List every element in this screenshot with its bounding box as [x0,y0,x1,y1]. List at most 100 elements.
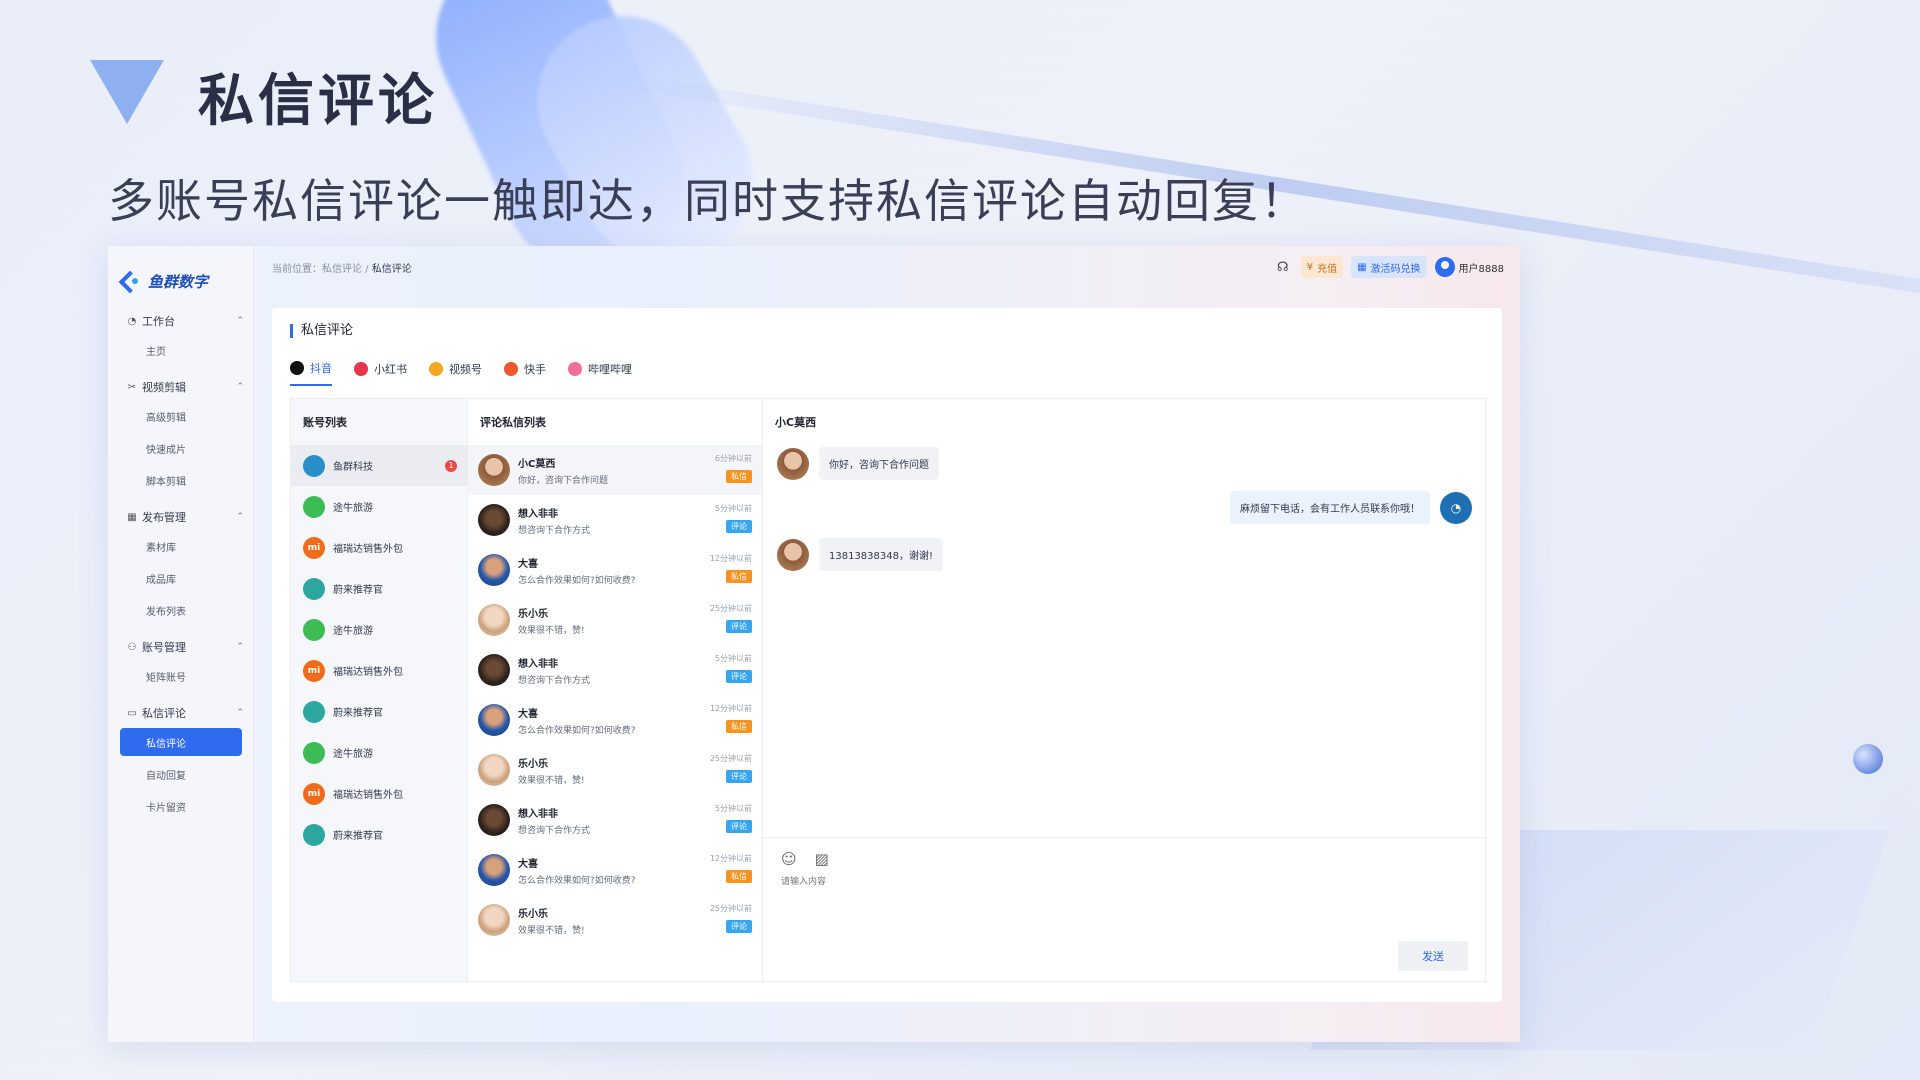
recharge-button[interactable]: ¥ 充值 [1300,256,1344,278]
sidebar-item-advanced-edit[interactable]: 高级剪辑 [108,400,254,432]
avatar [303,741,325,764]
account-item[interactable]: 途牛旅游 [291,486,467,527]
list-item[interactable]: 想入非非 想咨询下合作方式 5分钟以前 评论 [468,495,762,545]
platform-icon [290,361,304,375]
message-meta: 25分钟以前 评论 [710,903,752,933]
avatar [303,700,325,723]
sidebar-item-quick-video[interactable]: 快速成片 [108,432,254,464]
message-time: 25分钟以前 [709,904,752,913]
account-name: 福瑞达销售外包 [333,667,403,678]
avatar [478,804,510,836]
account-item[interactable]: mi 福瑞达销售外包 [291,527,467,568]
account-name: 途牛旅游 [333,626,373,637]
sidebar-item-matrix-accounts[interactable]: 矩阵账号 [108,660,254,692]
avatar [303,495,325,518]
tab-platform[interactable]: 视频号 [429,360,482,386]
nav-head-workbench[interactable]: ◔ 工作台 ⌃ [108,308,254,334]
account-name: 途牛旅游 [333,503,373,514]
account-item[interactable]: mi 福瑞达销售外包 [291,650,467,691]
recharge-label: 充值 [1317,263,1338,275]
list-item[interactable]: 乐小乐 效果很不错，赞! 25分钟以前 评论 [468,895,762,945]
app-window: 鱼群数字 ◔ 工作台 ⌃ 主页 ✂ 视频剪辑 ⌃ 高级剪辑 快速成片 脚本剪辑 … [108,246,1520,1042]
nav-group-dm: ▭ 私信评论 ⌃ 私信评论 自动回复 卡片留资 [108,700,254,822]
list-item[interactable]: 小C莫西 你好，咨询下合作问题 6分钟以前 私信 [468,445,762,495]
avatar [303,823,325,846]
avatar [303,577,325,600]
headset-icon[interactable]: ☊ [1273,257,1293,277]
chat-message-outgoing: 麻烦留下电话，会有工作人员联系你哦！ ◔ [1230,491,1472,524]
avatar [478,854,510,886]
nav-head-account[interactable]: ⚇ 账号管理 ⌃ [108,634,254,660]
page-subtitle: 多账号私信评论一触即达，同时支持私信评论自动回复！ [108,174,1308,228]
nav-head-publish[interactable]: ▦ 发布管理 ⌃ [108,504,254,530]
topbar: 当前位置：私信评论 / 私信评论 ☊ ¥ 充值 ▦ 激活码兑换 用户8888 [254,246,1520,290]
account-item[interactable]: 途牛旅游 [291,609,467,650]
message-input[interactable] [781,876,1281,886]
user-menu[interactable]: 用户8888 [1434,257,1504,277]
account-item[interactable]: 鱼群科技 1 [291,445,467,486]
tab-platform[interactable]: 哔哩哔哩 [568,360,632,386]
sidebar-item-card-leads[interactable]: 卡片留资 [108,790,254,822]
image-icon[interactable]: ▨ [815,850,829,868]
nav-head-video-edit[interactable]: ✂ 视频剪辑 ⌃ [108,374,254,400]
avatar: mi [303,659,325,682]
avatar [478,554,510,586]
scissors-icon: ✂ [127,381,137,393]
breadcrumb-prefix: 当前位置： [272,264,322,275]
redeem-code-button[interactable]: ▦ 激活码兑换 [1351,256,1427,278]
platform-tabs: 抖音 小红书 视频号 快手 哔哩哔哩 [290,360,632,386]
message-meta: 25分钟以前 评论 [710,753,752,783]
list-item[interactable]: 大喜 怎么合作效果如何?如何收费? 12分钟以前 私信 [468,695,762,745]
message-meta: 6分钟以前 私信 [715,453,752,483]
logo[interactable]: 鱼群数字 [120,270,208,292]
users-icon: ⚇ [127,641,137,653]
nav-head-label: 视频剪辑 [142,381,186,394]
list-item[interactable]: 大喜 怎么合作效果如何?如何收费? 12分钟以前 私信 [468,545,762,595]
account-item[interactable]: 蔚来推荐官 [291,814,467,855]
list-item[interactable]: 想入非非 想咨询下合作方式 5分钟以前 评论 [468,795,762,845]
list-item[interactable]: 乐小乐 效果很不错，赞! 25分钟以前 评论 [468,595,762,645]
sidebar-item-script-edit[interactable]: 脚本剪辑 [108,464,254,496]
message-time: 5分钟以前 [714,504,752,513]
message-time: 25分钟以前 [709,754,752,763]
compose-area: ☺ ▨ 发送 [763,837,1486,983]
sidebar-item-auto-reply[interactable]: 自动回复 [108,758,254,790]
compose-toolbar: ☺ ▨ [781,850,829,868]
account-item[interactable]: mi 福瑞达销售外包 [291,773,467,814]
avatar [303,454,325,477]
sidebar-item-material-library[interactable]: 素材库 [108,530,254,562]
message-time: 12分钟以前 [709,704,752,713]
nav-group-workbench: ◔ 工作台 ⌃ 主页 [108,308,254,366]
avatar [303,618,325,641]
sidebar-item-publish-list[interactable]: 发布列表 [108,594,254,626]
sidebar-item-home[interactable]: 主页 [108,334,254,366]
list-item[interactable]: 大喜 怎么合作效果如何?如何收费? 12分钟以前 私信 [468,845,762,895]
list-item[interactable]: 乐小乐 效果很不错，赞! 25分钟以前 评论 [468,745,762,795]
qrcode-icon: ▦ [1357,261,1367,273]
account-item[interactable]: 蔚来推荐官 [291,691,467,732]
chat-bubble: 13813838348，谢谢! [819,538,943,571]
nav-group-video-edit: ✂ 视频剪辑 ⌃ 高级剪辑 快速成片 脚本剪辑 [108,374,254,496]
message-list: 小C莫西 你好，咨询下合作问题 6分钟以前 私信 想入非非 想咨询下合作方式 5分钟以前 评论… [468,445,762,945]
tab-platform[interactable]: 快手 [504,360,546,386]
account-list: 鱼群科技 1 途牛旅游 mi 福瑞达销售外包 蔚来推荐官 途牛旅游 mi 福瑞达销售外包 蔚来推荐… [291,445,467,855]
send-button[interactable]: 发送 [1398,941,1468,971]
chat-area: 你好，咨询下合作问题 麻烦留下电话，会有工作人员联系你哦！ ◔ 13813838… [763,445,1486,837]
account-item[interactable]: 蔚来推荐官 [291,568,467,609]
platform-icon [354,362,368,376]
sidebar-item-product-library[interactable]: 成品库 [108,562,254,594]
sidebar: 鱼群数字 ◔ 工作台 ⌃ 主页 ✂ 视频剪辑 ⌃ 高级剪辑 快速成片 脚本剪辑 … [108,246,254,1042]
coin-icon: ¥ [1306,261,1314,273]
message-time: 5分钟以前 [714,654,752,663]
tab-platform[interactable]: 抖音 [290,360,332,386]
message-type-badge: 评论 [726,820,752,833]
tab-platform[interactable]: 小红书 [354,360,407,386]
emoji-icon[interactable]: ☺ [781,850,797,868]
breadcrumb-current: 私信评论 [371,264,412,275]
sidebar-item-dm-comments[interactable]: 私信评论 [120,728,242,756]
breadcrumb-parent[interactable]: 私信评论 [322,264,362,275]
list-item[interactable]: 想入非非 想咨询下合作方式 5分钟以前 评论 [468,645,762,695]
message-meta: 12分钟以前 私信 [710,853,752,883]
account-item[interactable]: 途牛旅游 [291,732,467,773]
nav-head-dm[interactable]: ▭ 私信评论 ⌃ [108,700,254,726]
